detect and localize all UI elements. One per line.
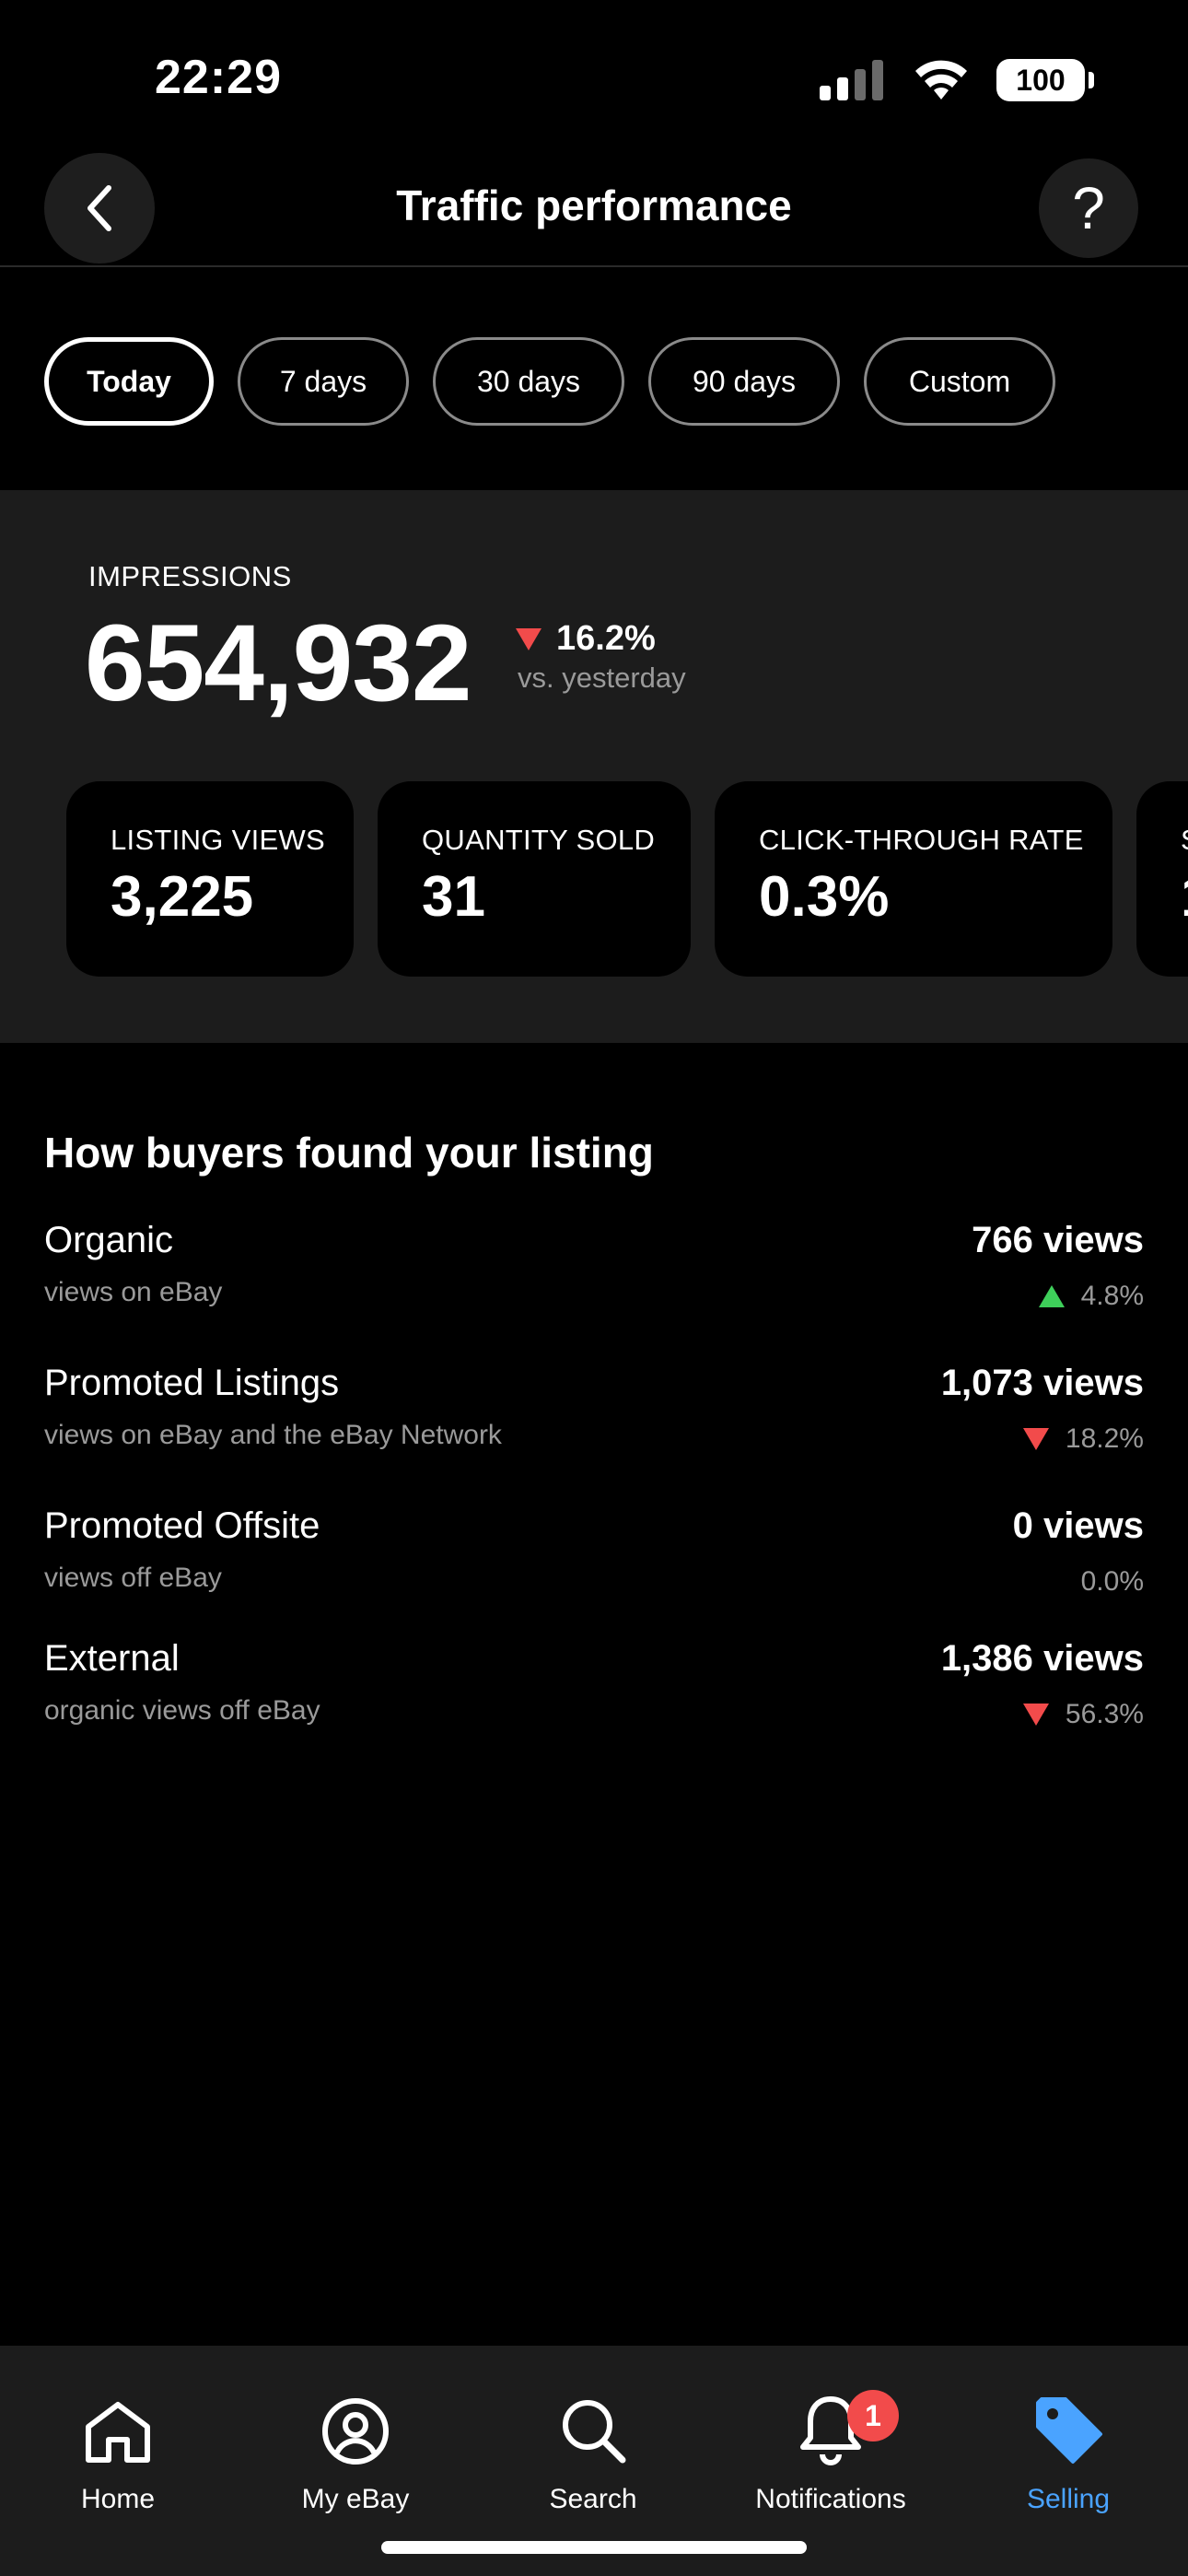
source-subtitle: views on eBay <box>44 1277 223 1307</box>
source-change-value: 0.0% <box>1080 1566 1144 1597</box>
impressions-comparison: vs. yesterday <box>518 662 686 694</box>
source-change-value: 18.2% <box>1065 1423 1144 1454</box>
metric-card-label: S <box>1181 824 1188 857</box>
notification-badge: 1 <box>847 2390 899 2441</box>
metric-card-value: 3,225 <box>111 865 254 929</box>
nav-item-search[interactable]: Search <box>483 2364 704 2515</box>
metric-card-value: 0.3% <box>759 865 890 929</box>
nav-item-notifications[interactable]: 1 Notifications <box>720 2364 941 2515</box>
tag-icon <box>1036 2397 1102 2464</box>
impressions-label: IMPRESSIONS <box>88 560 292 592</box>
source-views: 766 views <box>972 1220 1144 1260</box>
status-time: 22:29 <box>155 51 282 104</box>
impressions-change-value: 16.2% <box>556 619 656 658</box>
summary-panel: IMPRESSIONS 654,932 16.2% vs. yesterday … <box>0 490 1188 1043</box>
source-row-promoted-listings: Promoted Listings views on eBay and the … <box>44 1363 1144 1505</box>
traffic-sources-list: Organic views on eBay 766 views 4.8% Pro… <box>44 1220 1144 1781</box>
battery-indicator: 100 <box>996 59 1094 101</box>
app-header: Traffic performance ? <box>0 153 1188 267</box>
nav-label: Home <box>80 2484 156 2514</box>
source-name: Promoted Listings <box>44 1363 340 1403</box>
metric-card-label: CLICK-THROUGH RATE <box>759 824 1084 856</box>
filter-today[interactable]: Today <box>44 337 214 426</box>
filter-7-days[interactable]: 7 days <box>238 337 409 426</box>
trend-down-icon <box>1022 1428 1049 1450</box>
nav-label: My eBay <box>301 2484 410 2514</box>
source-change-value: 4.8% <box>1080 1281 1144 1311</box>
metric-card-partial[interactable]: S 1 <box>1136 781 1188 977</box>
nav-item-my-ebay[interactable]: My eBay <box>245 2364 466 2515</box>
home-icon <box>86 2402 150 2463</box>
metric-card-click-through-rate[interactable]: CLICK-THROUGH RATE 0.3% <box>715 781 1112 977</box>
cellular-signal-icon <box>820 60 883 100</box>
wifi-icon <box>915 60 967 100</box>
metric-card-value: 31 <box>422 865 485 929</box>
search-icon <box>563 2400 626 2464</box>
help-button[interactable]: ? <box>1039 158 1138 258</box>
home-indicator <box>381 2541 807 2554</box>
trend-down-icon <box>516 627 542 650</box>
metric-card-listing-views[interactable]: LISTING VIEWS 3,225 <box>66 781 354 977</box>
source-name: External <box>44 1638 180 1679</box>
source-row-organic: Organic views on eBay 766 views 4.8% <box>44 1220 1144 1363</box>
trend-down-icon <box>1022 1704 1049 1726</box>
nav-item-selling[interactable]: Selling <box>958 2364 1179 2515</box>
source-subtitle: organic views off eBay <box>44 1695 320 1726</box>
source-change-value: 56.3% <box>1065 1699 1144 1729</box>
source-change: 56.3% <box>1022 1699 1144 1730</box>
source-views: 0 views <box>1012 1505 1144 1546</box>
metric-card-label: LISTING VIEWS <box>111 824 325 856</box>
source-views: 1,073 views <box>940 1363 1144 1403</box>
buyers-section-title: How buyers found your listing <box>44 1129 654 1177</box>
source-change: 0.0% <box>1081 1566 1144 1598</box>
source-row-promoted-offsite: Promoted Offsite views off eBay 0 views … <box>44 1505 1144 1638</box>
nav-label: Selling <box>1026 2484 1111 2514</box>
source-name: Promoted Offsite <box>44 1505 320 1546</box>
source-name: Organic <box>44 1220 174 1260</box>
page-title: Traffic performance <box>396 181 792 229</box>
metric-card-quantity-sold[interactable]: QUANTITY SOLD 31 <box>378 781 691 977</box>
nav-label: Notifications <box>755 2484 906 2514</box>
source-subtitle: views on eBay and the eBay Network <box>44 1420 502 1450</box>
impressions-value: 654,932 <box>85 603 472 724</box>
filter-90-days[interactable]: 90 days <box>648 337 840 426</box>
trend-up-icon <box>1038 1285 1065 1307</box>
source-subtitle: views off eBay <box>44 1563 222 1593</box>
source-change: 18.2% <box>1022 1423 1144 1455</box>
date-range-filters: Today 7 days 30 days 90 days Custom <box>44 337 1055 426</box>
filter-30-days[interactable]: 30 days <box>433 337 624 426</box>
impressions-change: 16.2% <box>516 619 656 659</box>
status-bar: 22:29 100 <box>0 0 1188 147</box>
question-mark-icon: ? <box>1072 175 1105 241</box>
metric-cards: LISTING VIEWS 3,225 QUANTITY SOLD 31 CLI… <box>66 781 1188 977</box>
status-icons: 100 <box>820 59 1094 101</box>
nav-label: Search <box>549 2484 637 2514</box>
metric-card-label: QUANTITY SOLD <box>422 824 656 856</box>
source-views: 1,386 views <box>940 1638 1144 1679</box>
source-row-external: External organic views off eBay 1,386 vi… <box>44 1638 1144 1781</box>
user-circle-icon <box>322 2398 389 2465</box>
metric-card-value: 1 <box>1181 864 1188 930</box>
source-change: 4.8% <box>1038 1281 1144 1312</box>
filter-custom[interactable]: Custom <box>864 337 1055 426</box>
nav-item-home[interactable]: Home <box>7 2364 228 2515</box>
